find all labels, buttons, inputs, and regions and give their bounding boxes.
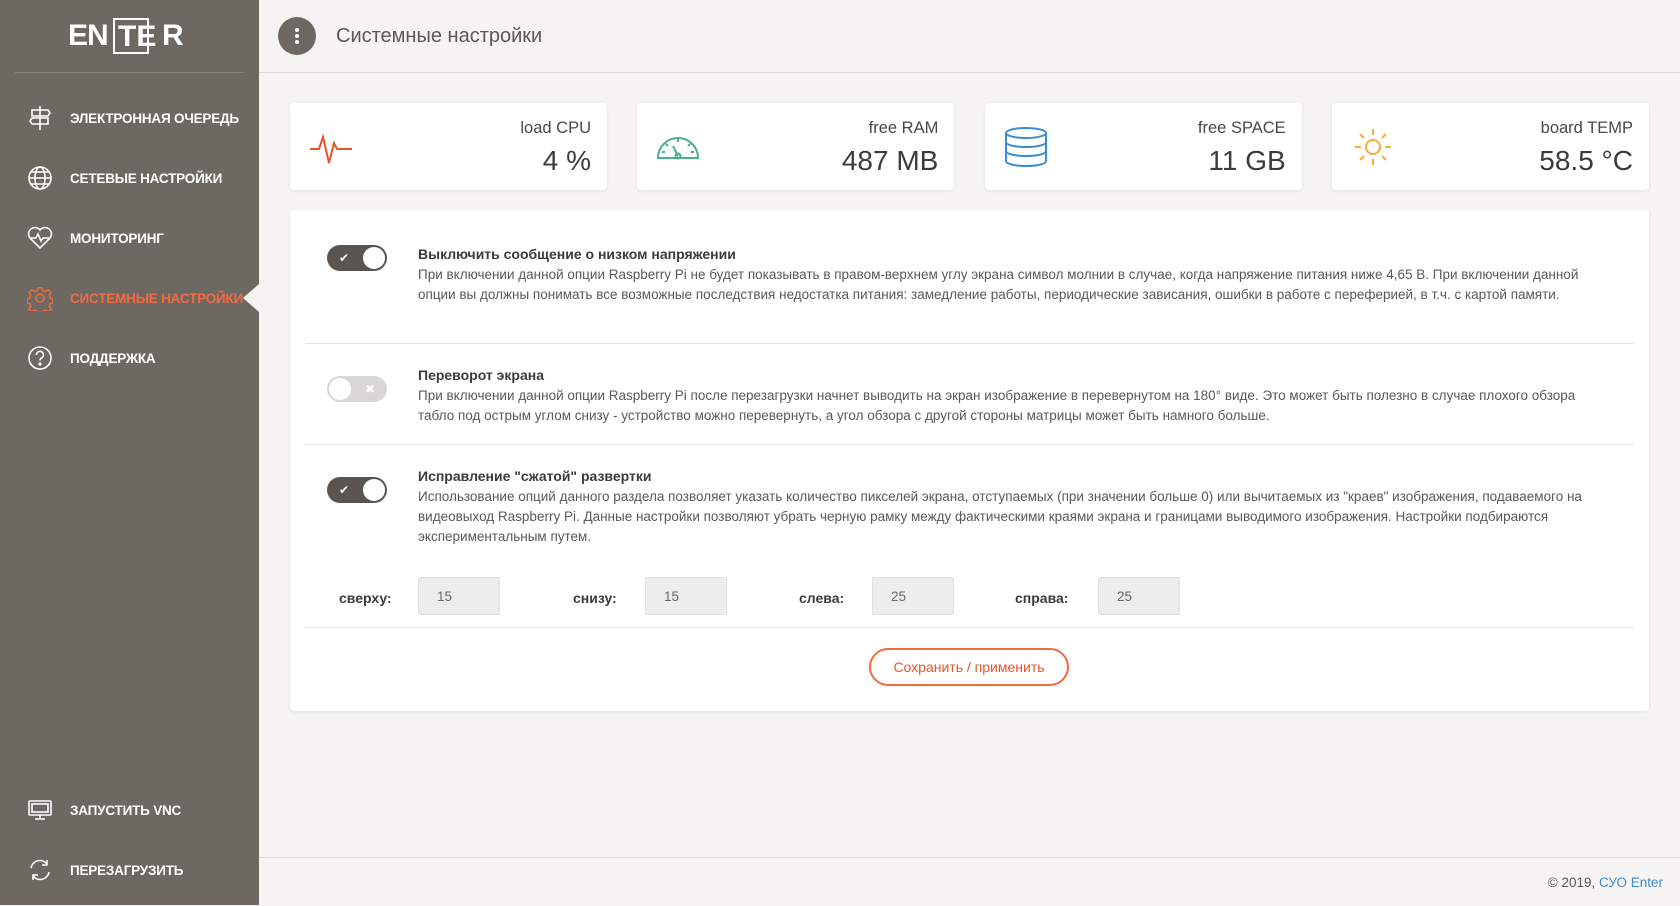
stat-label: load CPU (520, 119, 591, 137)
stat-label: free RAM (868, 119, 939, 137)
sidebar-item-label: Поддержка (70, 350, 156, 366)
overscan-top-input[interactable] (418, 577, 500, 615)
stat-card-ram: free RAM 487 MB (637, 103, 955, 190)
database-icon (1003, 124, 1049, 170)
sidebar-item-system-settings[interactable]: Системные настройки (0, 268, 259, 328)
sidebar-nav: Электронная очередь Сетевые настройки (0, 88, 259, 388)
sidebar-item-queue[interactable]: Электронная очередь (0, 88, 259, 148)
overscan-right-label: справа: (1015, 590, 1069, 606)
top-bar: Системные настройки (259, 0, 1680, 73)
divider (305, 627, 1634, 628)
save-apply-button[interactable]: Сохранить / применить (869, 648, 1069, 686)
overscan-left-label: слева: (799, 590, 845, 606)
sidebar-item-label: Перезагрузить (70, 862, 184, 878)
overscan-left-input[interactable] (872, 577, 954, 615)
stat-value: 4 % (542, 145, 591, 176)
stat-label: free SPACE (1197, 119, 1286, 137)
svg-text:TE: TE (118, 20, 156, 53)
pulse-icon (308, 124, 354, 170)
check-icon: ✔ (339, 251, 350, 265)
stat-value: 11 GB (1208, 145, 1286, 176)
logo-divider (15, 72, 244, 73)
signpost-icon (26, 104, 54, 132)
toggle-knob (363, 479, 385, 501)
copyright-text: © 2019, (1547, 875, 1596, 890)
refresh-icon (26, 856, 54, 884)
globe-icon (26, 164, 54, 192)
footer-text: © 2019, СУО Enter (1548, 875, 1663, 890)
settings-panel: ✔ Выключить сообщение о низком напряжени… (290, 210, 1649, 711)
stat-label: board TEMP (1540, 119, 1633, 137)
stat-value: 487 MB (841, 145, 939, 176)
setting-overscan: ✔ Исправление "сжатой" развертки Использ… (305, 445, 1634, 628)
sidebar-item-label: Сетевые настройки (70, 170, 223, 186)
toggle-knob (363, 247, 385, 269)
screen-rotation-toggle[interactable]: ✖ (327, 376, 387, 402)
sidebar-item-network[interactable]: Сетевые настройки (0, 148, 259, 208)
sidebar-bottom-nav: Запустить VNC Перезагрузить (0, 780, 259, 900)
page-title: Системные настройки (336, 24, 543, 47)
sidebar-item-label: Электронная очередь (70, 110, 239, 126)
check-icon: ✔ (339, 483, 350, 497)
more-menu-button[interactable] (278, 17, 316, 55)
gear-icon (26, 284, 54, 312)
footer: © 2019, СУО Enter (259, 857, 1680, 906)
overscan-toggle[interactable]: ✔ (327, 477, 387, 503)
sidebar-item-label: Запустить VNC (70, 802, 182, 818)
sidebar-item-monitoring[interactable]: Мониторинг (0, 208, 259, 268)
setting-low-voltage: ✔ Выключить сообщение о низком напряжени… (305, 210, 1634, 344)
logo[interactable]: EN TE R (0, 0, 259, 72)
sidebar: EN TE R Электронная очередь (0, 0, 259, 905)
sidebar-item-label: Системные настройки (70, 290, 244, 306)
enter-logo: EN TE R (68, 18, 184, 54)
setting-screen-rotation: ✖ Переворот экрана При включении данной … (305, 344, 1634, 445)
gauge-icon (655, 124, 701, 170)
stats-row: load CPU 4 % free RAM 487 MB free SPACE … (290, 103, 1649, 190)
option-title: Выключить сообщение о низком напряжении (418, 246, 736, 262)
overscan-top-label: сверху: (339, 590, 392, 606)
sun-icon (1350, 124, 1396, 170)
option-description: При включении данной опции Raspberry Pi … (418, 388, 1576, 423)
overscan-right-input[interactable] (1098, 577, 1180, 615)
overscan-bottom-input[interactable] (645, 577, 727, 615)
stat-card-space: free SPACE 11 GB (984, 103, 1302, 190)
sidebar-item-label: Мониторинг (70, 230, 164, 246)
svg-text:EN: EN (68, 19, 108, 52)
stat-value: 58.5 °C (1539, 145, 1633, 176)
low-voltage-toggle[interactable]: ✔ (327, 245, 387, 271)
question-icon (26, 344, 54, 372)
sidebar-item-support[interactable]: Поддержка (0, 328, 259, 388)
option-title: Исправление "сжатой" развертки (418, 468, 652, 484)
toggle-knob (329, 378, 351, 400)
overscan-bottom-label: снизу: (573, 590, 617, 606)
option-title: Переворот экрана (418, 367, 544, 383)
heart-pulse-icon (26, 224, 54, 252)
sidebar-item-reboot[interactable]: Перезагрузить (0, 840, 259, 900)
kebab-icon (295, 28, 299, 44)
option-description: Использование опций данного раздела позв… (418, 489, 1582, 544)
monitor-icon (26, 796, 54, 824)
stat-card-temp: board TEMP 58.5 °C (1331, 103, 1649, 190)
cross-icon: ✖ (364, 382, 375, 396)
sidebar-item-vnc[interactable]: Запустить VNC (0, 780, 259, 840)
option-description: При включении данной опции Raspberry Pi … (418, 267, 1579, 302)
svg-text:R: R (162, 19, 184, 52)
stat-card-cpu: load CPU 4 % (290, 103, 607, 190)
footer-link[interactable]: СУО Enter (1599, 875, 1663, 890)
